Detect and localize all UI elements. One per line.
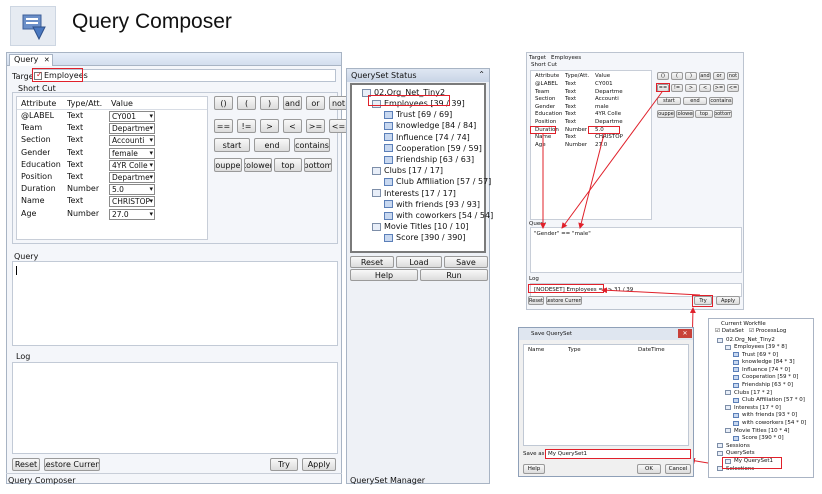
save-dialog-titlebar: Save QuerySet ✕ bbox=[519, 328, 693, 340]
workfile-tree-item[interactable]: knowledge [84 * 3] bbox=[733, 359, 795, 365]
folder-icon bbox=[717, 443, 723, 449]
linkset-icon bbox=[733, 382, 739, 388]
linkset-icon bbox=[733, 367, 739, 373]
save-dialog-close-icon[interactable]: ✕ bbox=[678, 329, 692, 338]
dataset-checkbox[interactable]: ☑ DataSet bbox=[715, 328, 744, 334]
save-ok-button[interactable]: OK bbox=[637, 464, 661, 474]
workfile-tree-item[interactable]: Sessions bbox=[717, 443, 750, 449]
workfile-tree-item[interactable]: with coworkers [54 * 0] bbox=[733, 420, 806, 426]
processlog-checkbox[interactable]: ☑ ProcessLog bbox=[749, 328, 786, 334]
workfile-tree-item[interactable]: Club Affiliation [57 * 0] bbox=[733, 397, 805, 403]
save-as-input[interactable]: My QuerySet1 bbox=[545, 449, 691, 459]
workfile-queryset-highlight bbox=[722, 457, 782, 469]
linkset-icon bbox=[733, 374, 739, 380]
workfile-tree-item[interactable]: Influence [74 * 0] bbox=[733, 367, 790, 373]
linkset-icon bbox=[733, 435, 739, 441]
save-queryset-dialog: Save QuerySet ✕ Name Type DateTime Save … bbox=[518, 327, 694, 477]
workfile-panel: Current Workfile ☑ DataSet ☑ ProcessLog … bbox=[708, 318, 814, 478]
annotation-arrows bbox=[540, 91, 721, 466]
workfile-tree-item[interactable]: Trust [69 * 0] bbox=[733, 352, 778, 358]
workfile-tree-item[interactable]: with friends [93 * 0] bbox=[733, 412, 797, 418]
save-col-type: Type bbox=[568, 347, 581, 353]
folder-icon bbox=[725, 428, 731, 434]
workfile-tree-item[interactable]: QuerySets bbox=[717, 450, 755, 456]
workfile-tree-item[interactable]: Cooperation [59 * 0] bbox=[733, 374, 798, 380]
linkset-icon bbox=[733, 397, 739, 403]
workfile-tree-item[interactable]: Score [390 * 0] bbox=[733, 435, 784, 441]
workfile-root[interactable]: 02.Org_Net_Tiny2 bbox=[717, 337, 775, 343]
save-dialog-title: Save QuerySet bbox=[531, 331, 572, 337]
workfile-tree-item[interactable]: Clubs [17 * 2] bbox=[725, 390, 772, 396]
workfile-tree-item[interactable]: Interests [17 * 0] bbox=[725, 405, 781, 411]
workfile-title: Current Workfile bbox=[721, 321, 766, 327]
save-col-name: Name bbox=[528, 347, 545, 353]
workfile-tree-item[interactable]: Friendship [63 * 0] bbox=[733, 382, 793, 388]
save-col-datetime: DateTime bbox=[638, 347, 665, 353]
folder-icon bbox=[725, 390, 731, 396]
linkset-icon bbox=[733, 420, 739, 426]
save-help-button[interactable]: Help bbox=[523, 464, 545, 474]
folder-icon bbox=[725, 344, 731, 350]
save-dialog-table: Name Type DateTime bbox=[523, 344, 689, 446]
folder-icon bbox=[717, 450, 723, 456]
workfile-tree-item[interactable]: Movie Titles [10 * 4] bbox=[725, 428, 789, 434]
linkset-icon bbox=[733, 359, 739, 365]
save-cancel-button[interactable]: Cancel bbox=[665, 464, 691, 474]
folder-icon bbox=[725, 405, 731, 411]
linkset-icon bbox=[733, 412, 739, 418]
save-as-label: Save as bbox=[523, 451, 545, 457]
workfile-tree-item[interactable]: Employees [39 * 8] bbox=[725, 344, 787, 350]
linkset-icon bbox=[733, 352, 739, 358]
network-icon bbox=[717, 337, 723, 343]
